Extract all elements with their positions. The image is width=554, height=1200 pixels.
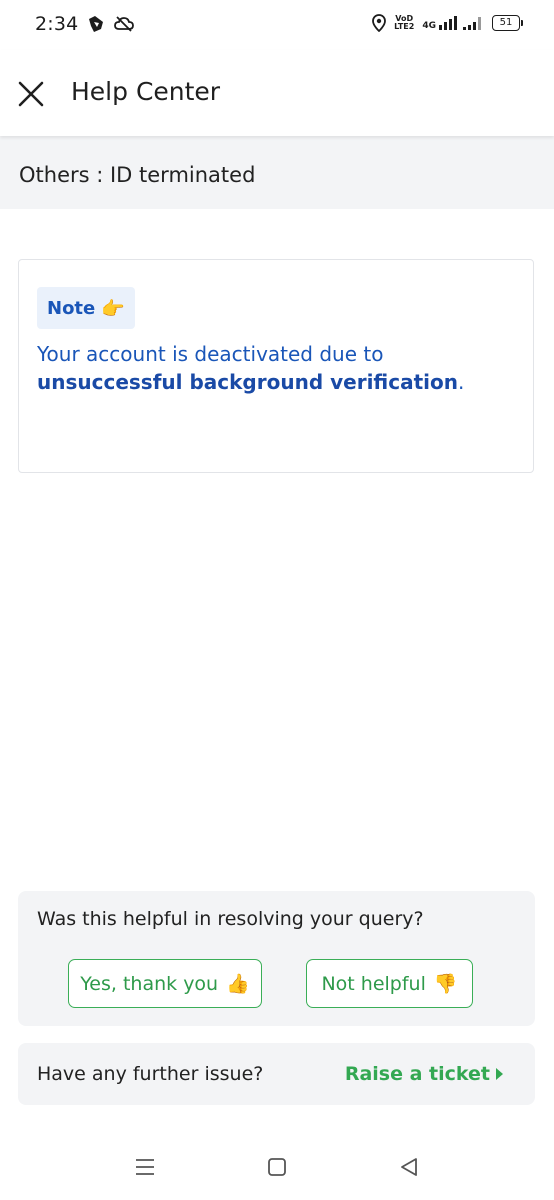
battery-icon: 51 (492, 15, 523, 31)
nav-home-button[interactable] (262, 1152, 292, 1182)
note-card: Note 👉 Your account is deactivated due t… (18, 259, 534, 473)
note-badge: Note 👉 (37, 287, 135, 329)
helpful-yes-label: Yes, thank you (80, 972, 219, 995)
nav-back-button[interactable] (394, 1152, 424, 1182)
raise-ticket-label: Raise a ticket (344, 1063, 490, 1085)
page-title: Help Center (71, 77, 221, 106)
category-bar: Others : ID terminated (0, 136, 554, 209)
close-icon (18, 81, 44, 107)
signal-icon: 4G (422, 15, 484, 31)
home-icon (268, 1158, 286, 1176)
category-title: Others : ID terminated (19, 163, 256, 187)
raise-ticket-button[interactable]: Raise a ticket (345, 1063, 503, 1085)
status-right-icons: VoD LTE2 4G 51 (372, 14, 523, 32)
feedback-question: Was this helpful in resolving your query… (37, 908, 424, 930)
help-center-screen: 2:34 VoD LTE2 4G 51 Help Center Others:… (0, 0, 554, 1200)
messaging-app-icon (89, 16, 103, 32)
volte-indicator: VoD LTE2 (394, 14, 415, 31)
app-header: Help Center (0, 50, 554, 136)
cloud-off-icon (114, 16, 134, 32)
note-label: Note (47, 297, 96, 319)
network-type: 4G (422, 21, 436, 31)
note-message: Your account is deactivated due to unsuc… (37, 342, 465, 394)
status-left-icons (86, 14, 134, 34)
helpful-yes-button[interactable]: Yes, thank you 👍 (68, 959, 262, 1008)
location-icon (372, 14, 386, 32)
caret-right-icon (496, 1068, 503, 1080)
back-icon (401, 1158, 417, 1176)
pointing-hand-icon: 👉 (101, 297, 125, 320)
menu-icon (136, 1159, 154, 1175)
note-message-emphasis: unsuccessful background verification (37, 370, 458, 394)
system-nav-bar (0, 1132, 554, 1200)
status-bar: 2:34 VoD LTE2 4G 51 (0, 0, 554, 50)
ticket-question: Have any further issue? (37, 1063, 264, 1085)
not-helpful-button[interactable]: Not helpful 👎 (306, 959, 473, 1008)
nav-menu-button[interactable] (130, 1152, 160, 1182)
status-time: 2:34 (35, 13, 79, 35)
close-button[interactable] (16, 79, 46, 109)
thumbs-up-icon: 👍 (226, 973, 250, 995)
feedback-card: Was this helpful in resolving your query… (18, 891, 535, 1026)
thumbs-down-icon: 👎 (433, 973, 458, 995)
ticket-card: Have any further issue? Raise a ticket (18, 1043, 535, 1105)
not-helpful-label: Not helpful (321, 972, 426, 995)
